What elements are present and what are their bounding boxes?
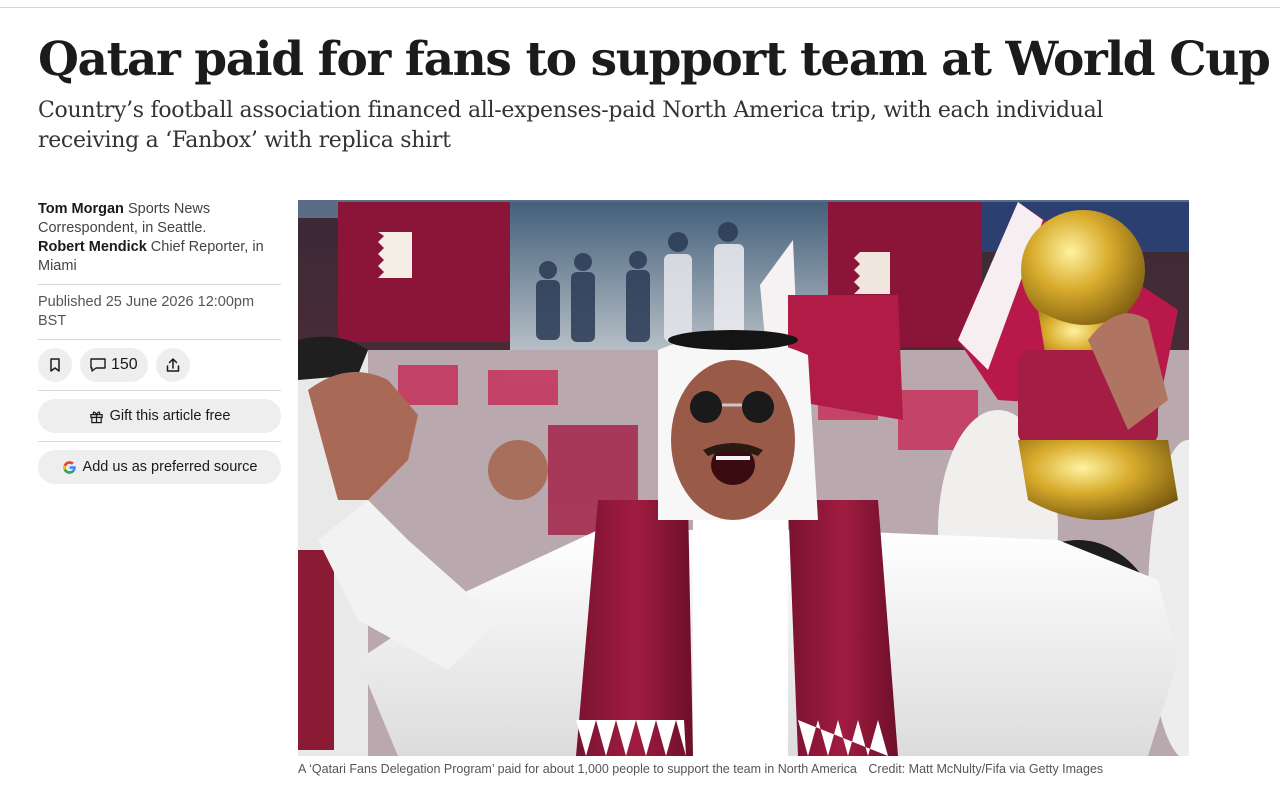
article-sidebar: Tom Morgan Sports News Correspondent, in… xyxy=(38,200,281,484)
gift-article-label: Gift this article free xyxy=(109,408,231,424)
google-g-icon xyxy=(62,460,76,474)
bookmark-icon xyxy=(50,358,60,372)
article-headline: Qatar paid for fans to support team at W… xyxy=(38,32,1271,87)
sidebar-divider xyxy=(38,441,281,442)
share-button[interactable] xyxy=(155,348,190,382)
comments-button[interactable]: 150 xyxy=(80,348,148,382)
sidebar-divider xyxy=(38,390,281,391)
comment-icon xyxy=(90,358,106,372)
byline: Tom Morgan Sports News Correspondent, in… xyxy=(38,200,281,276)
image-caption: A ‘Qatari Fans Delegation Program’ paid … xyxy=(298,761,1198,777)
image-credit: Credit: Matt McNulty/Fifa via Getty Imag… xyxy=(868,762,1104,776)
fan-celebration-photo xyxy=(298,200,1189,756)
article-actions: 150 xyxy=(38,348,281,382)
bookmark-button[interactable] xyxy=(38,348,72,382)
sidebar-divider xyxy=(38,339,281,340)
caption-text: A ‘Qatari Fans Delegation Program’ paid … xyxy=(298,762,857,776)
gift-article-button[interactable]: Gift this article free xyxy=(38,399,281,433)
gift-icon xyxy=(89,411,103,423)
published-date: Published 25 June 2026 12:00pm BST xyxy=(38,294,255,329)
preferred-source-label: Add us as preferred source xyxy=(82,459,258,475)
share-icon xyxy=(166,358,179,372)
top-divider xyxy=(0,7,1280,8)
article-hero-image xyxy=(298,200,1189,756)
author-name-link[interactable]: Tom Morgan xyxy=(38,201,124,217)
article-standfirst: Country’s football association financed … xyxy=(38,98,1104,153)
comment-count: 150 xyxy=(111,356,138,373)
sidebar-divider xyxy=(38,284,281,285)
author-name-link[interactable]: Robert Mendick xyxy=(38,239,147,255)
preferred-source-button[interactable]: Add us as preferred source xyxy=(38,450,281,484)
